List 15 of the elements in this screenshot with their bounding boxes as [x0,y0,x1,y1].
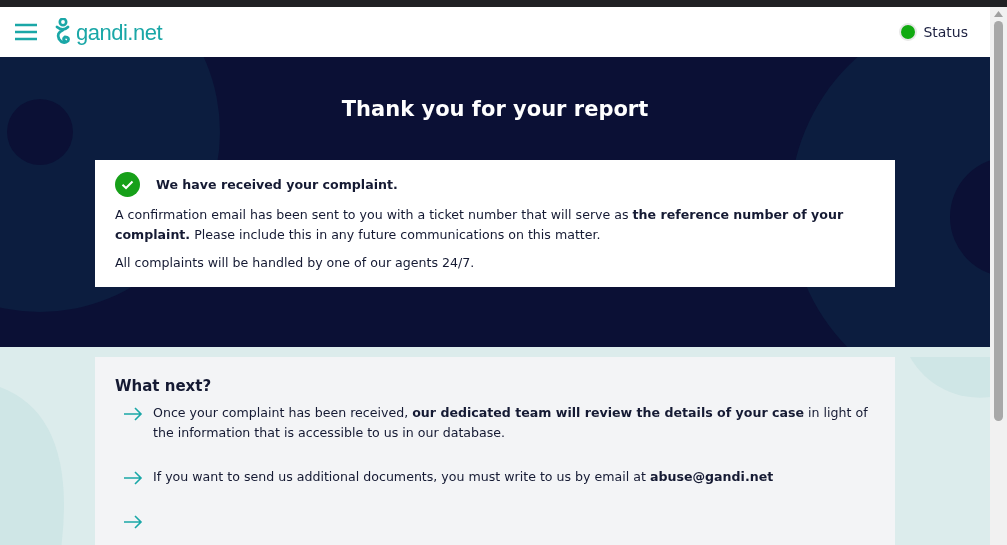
confirmation-text: A confirmation email has been sent to you with a ticket number that will serve as the reference number of your complaint. Please include this in any future communications on this matter. [115,206,845,245]
menu-icon[interactable] [14,23,38,41]
arrow-icon [123,515,143,529]
scroll-up-icon[interactable] [994,11,1003,17]
page-title: Thank you for your report [340,96,650,123]
scrollbar[interactable] [990,7,1007,545]
section-heading: What next? [115,377,213,395]
arrow-icon [123,407,143,421]
confirmation-heading: We have received your complaint. [156,175,398,194]
arrow-icon [123,471,143,485]
check-icon [115,172,140,198]
step-text: If you want to send us additional documents, you must write to us by email at abuse@gandi.net [153,468,774,486]
step-text: Once your complaint has been received, our dedicated team will review the details of your case in light of the information that is accessible to us in our database. [153,404,869,442]
status-link[interactable]: Status [901,21,968,43]
confirmation-text: All complaints will be handled by one of our agents 24/7. [115,254,476,273]
